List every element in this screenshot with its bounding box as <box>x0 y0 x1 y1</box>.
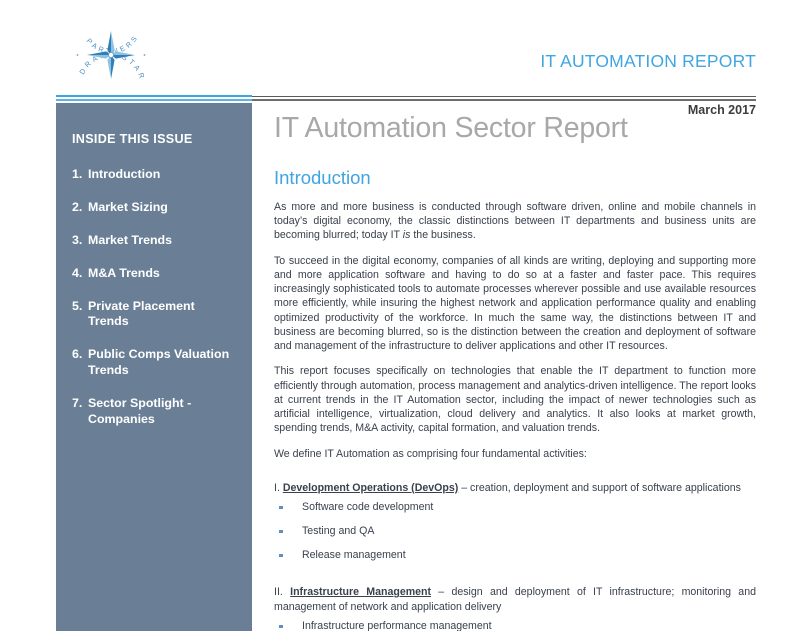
toc-label: Private Placement Trends <box>88 298 195 329</box>
list-item-label: Infrastructure performance management <box>302 619 492 631</box>
compass-star-icon: DRAKE STAR PARTNERS <box>76 31 146 82</box>
sidebar-item-public-comps-valuation-trends[interactable]: 6. Public Comps Valuation Trends <box>72 347 238 379</box>
list-item-label: Software code development <box>302 500 434 513</box>
toc-label: Market Trends <box>88 232 173 247</box>
toc-number: 2. <box>72 199 83 214</box>
square-bullet-icon <box>279 553 283 558</box>
list-item-label: Release management <box>302 548 406 561</box>
sidebar-item-market-trends[interactable]: 3. Market Trends <box>72 233 238 249</box>
toc-label: Introduction <box>88 167 161 181</box>
list-item: Software code development <box>274 501 756 515</box>
main-content: IT Automation Sector Report Introduction… <box>274 112 756 631</box>
report-page: DRAKE STAR PARTNERS <box>0 0 812 631</box>
header-rule-blue <box>56 95 252 97</box>
square-bullet-icon <box>279 624 283 629</box>
toc-label: Sector Spotlight - Companies <box>88 396 192 426</box>
header-rule-dark-secondary <box>252 99 756 101</box>
sidebar-item-market-sizing[interactable]: 2. Market Sizing <box>72 200 238 216</box>
list-item: Testing and QA <box>274 525 756 539</box>
header-rule-blue-secondary <box>56 99 252 101</box>
toc-number: 5. <box>72 298 83 313</box>
toc-number: 4. <box>72 265 83 280</box>
drake-star-partners-logo: DRAKE STAR PARTNERS <box>68 16 154 94</box>
definition-numeral: II. <box>274 586 283 599</box>
sidebar-item-sector-spotlight-companies[interactable]: 7. Sector Spotlight - Companies <box>72 396 238 428</box>
sidebar-inside-this-issue: INSIDE THIS ISSUE 1. Introduction 2. Mar… <box>56 103 252 631</box>
toc-label: Market Sizing <box>88 199 168 214</box>
paragraph-3: This report focuses specifically on tech… <box>274 365 756 435</box>
bullet-list-devops: Software code development Testing and QA… <box>274 501 756 562</box>
header-rule-dark <box>252 96 756 97</box>
paragraph-1-part-a: As more and more business is conducted t… <box>274 201 756 242</box>
square-bullet-icon <box>279 529 283 534</box>
definition-description: – creation, deployment and support of so… <box>458 481 741 494</box>
list-item: Release management <box>274 549 756 563</box>
paragraph-4: We define IT Automation as comprising fo… <box>274 447 587 460</box>
page-title: IT Automation Sector Report <box>274 112 628 144</box>
toc-number: 3. <box>72 232 83 247</box>
bullet-list-infrastructure-management: Infrastructure performance management As… <box>274 620 756 631</box>
list-item-label: Testing and QA <box>302 524 375 537</box>
square-bullet-icon <box>279 505 283 510</box>
report-kicker: IT AUTOMATION REPORT <box>540 51 756 71</box>
definition-term: Development Operations (DevOps) <box>282 481 459 494</box>
toc-number: 6. <box>72 347 83 362</box>
sidebar-title: INSIDE THIS ISSUE <box>72 132 193 146</box>
definition-heading-infrastructure-management: II. Infrastructure Management – design a… <box>274 585 756 613</box>
sidebar-item-private-placement-trends[interactable]: 5. Private Placement Trends <box>72 299 238 331</box>
sidebar-item-introduction[interactable]: 1. Introduction <box>72 167 238 183</box>
paragraph-2: To succeed in the digital economy, compa… <box>274 254 756 353</box>
section-heading-introduction: Introduction <box>274 167 371 188</box>
paragraph-1-part-b: the business. <box>410 229 476 242</box>
toc-number: 7. <box>72 396 83 410</box>
paragraph-1: As more and more business is conducted t… <box>274 200 756 243</box>
sidebar-item-ma-trends[interactable]: 4. M&A Trends <box>72 266 238 282</box>
definition-heading-devops: I. Development Operations (DevOps) – cre… <box>274 481 756 495</box>
definition-numeral: I. <box>274 481 280 494</box>
masthead: DRAKE STAR PARTNERS <box>0 0 812 90</box>
toc-label: Public Comps Valuation Trends <box>88 347 230 378</box>
definition-term: Infrastructure Management <box>290 586 432 599</box>
toc-label: M&A Trends <box>88 265 160 280</box>
toc-number: 1. <box>72 167 83 181</box>
list-item: Infrastructure performance management <box>274 620 756 631</box>
